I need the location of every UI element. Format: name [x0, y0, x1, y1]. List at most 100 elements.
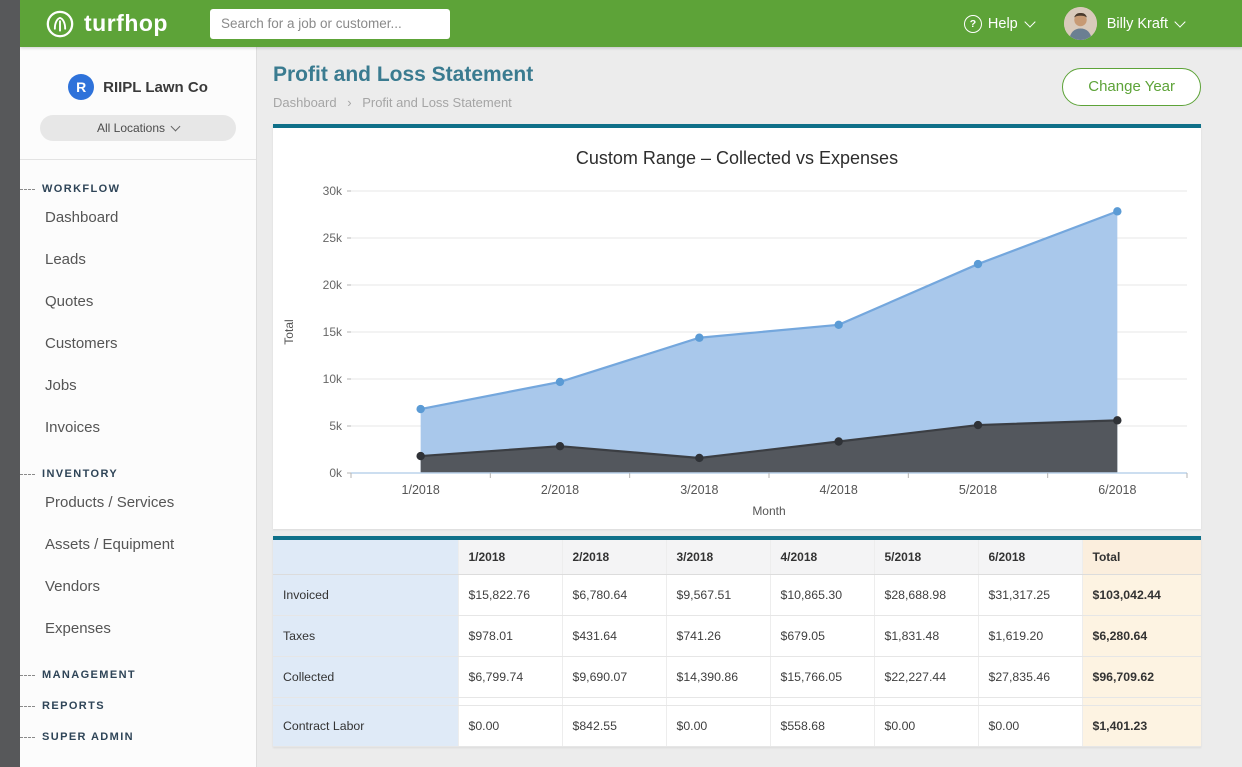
topbar-right: ? Help Billy Kraft: [964, 7, 1242, 40]
help-menu[interactable]: ? Help: [964, 15, 1034, 33]
sidebar-item-quotes[interactable]: Quotes: [20, 281, 256, 323]
svg-text:15k: 15k: [323, 325, 343, 339]
sidebar-item-vendors[interactable]: Vendors: [20, 566, 256, 608]
breadcrumb-current: Profit and Loss Statement: [362, 95, 512, 110]
table-row: Taxes$978.01$431.64$741.26$679.05$1,831.…: [273, 616, 1201, 657]
column-header: [273, 540, 458, 575]
help-icon: ?: [964, 15, 982, 33]
cell-value: $0.00: [666, 706, 770, 747]
cell-value: $22,227.44: [874, 657, 978, 698]
cell-value: $10,865.30: [770, 575, 874, 616]
sidebar-item-invoices[interactable]: Invoices: [20, 407, 256, 449]
left-edge-strip: [0, 0, 20, 767]
cell-value: $9,690.07: [562, 657, 666, 698]
cell-value: $28,688.98: [874, 575, 978, 616]
locations-label: All Locations: [97, 121, 165, 135]
cell-value: $15,822.76: [458, 575, 562, 616]
svg-text:Month: Month: [752, 504, 785, 518]
svg-text:20k: 20k: [323, 278, 343, 292]
svg-text:10k: 10k: [323, 372, 343, 386]
tree-line-icon: [20, 474, 35, 475]
cell-value: $9,567.51: [666, 575, 770, 616]
nav-section-label: WORKFLOW: [42, 183, 120, 195]
row-label: Collected: [273, 657, 458, 698]
cell-value: $0.00: [458, 706, 562, 747]
chevron-down-icon: [1174, 16, 1185, 27]
nav-section-header: SUPER ADMIN: [20, 731, 256, 743]
sidebar-item-leads[interactable]: Leads: [20, 239, 256, 281]
cell-value: $0.00: [978, 706, 1082, 747]
column-header: 6/2018: [978, 540, 1082, 575]
nav-section-header: REPORTS: [20, 700, 256, 712]
locations-dropdown[interactable]: All Locations: [40, 115, 236, 141]
search-wrap: [210, 9, 450, 39]
breadcrumb-dashboard[interactable]: Dashboard: [273, 95, 337, 110]
svg-text:5k: 5k: [329, 419, 343, 433]
column-header: 3/2018: [666, 540, 770, 575]
row-total: $103,042.44: [1082, 575, 1201, 616]
table-row: Invoiced$15,822.76$6,780.64$9,567.51$10,…: [273, 575, 1201, 616]
svg-text:4/2018: 4/2018: [820, 483, 858, 497]
change-year-button[interactable]: Change Year: [1062, 68, 1201, 106]
sidebar-item-products-services[interactable]: Products / Services: [20, 482, 256, 524]
svg-text:0k: 0k: [329, 466, 343, 480]
svg-text:3/2018: 3/2018: [680, 483, 718, 497]
column-header: 2/2018: [562, 540, 666, 575]
row-total: $6,280.64: [1082, 616, 1201, 657]
app-window: turfhop ? Help Billy Kraft: [0, 0, 1242, 767]
sidebar-item-customers[interactable]: Customers: [20, 323, 256, 365]
sidebar-item-jobs[interactable]: Jobs: [20, 365, 256, 407]
nav-section-label: SUPER ADMIN: [42, 731, 134, 743]
sidebar-item-dashboard[interactable]: Dashboard: [20, 197, 256, 239]
cell-value: $27,835.46: [978, 657, 1082, 698]
turfhop-logo-icon: [45, 9, 75, 39]
tree-line-icon: [20, 675, 35, 676]
company-badge: R: [68, 74, 94, 100]
nav-section-header: MANAGEMENT: [20, 669, 256, 681]
svg-text:Total: Total: [282, 319, 296, 344]
cell-value: $6,780.64: [562, 575, 666, 616]
collected-vs-expenses-chart: 0k 5k 10k 15k 20k 25k 30k 1/2018 2/2018 3/2018 4/2…: [273, 173, 1201, 525]
chart-card: Custom Range – Collected vs Expenses 0k5…: [273, 124, 1201, 529]
row-total: $1,401.23: [1082, 706, 1201, 747]
breadcrumb-separator: ›: [347, 95, 351, 110]
svg-text:6/2018: 6/2018: [1098, 483, 1136, 497]
help-label: Help: [988, 16, 1018, 32]
company-header: R RIIPL Lawn Co: [20, 47, 256, 100]
cell-value: $6,799.74: [458, 657, 562, 698]
cell-value: $558.68: [770, 706, 874, 747]
turfhop-logo[interactable]: turfhop: [45, 9, 168, 39]
cell-value: $431.64: [562, 616, 666, 657]
svg-text:25k: 25k: [323, 231, 343, 245]
logo-text: turfhop: [84, 10, 168, 37]
nav-section-label: MANAGEMENT: [42, 669, 136, 681]
cell-value: $1,619.20: [978, 616, 1082, 657]
user-menu[interactable]: Billy Kraft: [1064, 7, 1184, 40]
svg-text:30k: 30k: [323, 184, 343, 198]
chevron-down-icon: [171, 122, 181, 132]
cell-value: $1,831.48: [874, 616, 978, 657]
svg-text:5/2018: 5/2018: [959, 483, 997, 497]
tree-line-icon: [20, 706, 35, 707]
sidebar: R RIIPL Lawn Co All Locations WORKFLOW Da…: [20, 47, 257, 767]
sidebar-item-assets-equipment[interactable]: Assets / Equipment: [20, 524, 256, 566]
svg-text:1/2018: 1/2018: [402, 483, 440, 497]
section-spacer-row: [273, 698, 1201, 706]
chevron-down-icon: [1024, 16, 1035, 27]
tree-line-icon: [20, 189, 35, 190]
svg-text:2/2018: 2/2018: [541, 483, 579, 497]
breadcrumb: Dashboard › Profit and Loss Statement: [273, 95, 533, 110]
column-header: 5/2018: [874, 540, 978, 575]
nav-section-header: INVENTORY: [20, 468, 256, 480]
sidebar-item-expenses[interactable]: Expenses: [20, 608, 256, 650]
row-label: Invoiced: [273, 575, 458, 616]
avatar: [1064, 7, 1097, 40]
topbar: turfhop ? Help Billy Kraft: [20, 0, 1242, 47]
cell-value: $14,390.86: [666, 657, 770, 698]
nav-section-label: INVENTORY: [42, 468, 118, 480]
cell-value: $0.00: [874, 706, 978, 747]
search-input[interactable]: [210, 9, 450, 39]
row-label: Contract Labor: [273, 706, 458, 747]
main-content: Profit and Loss Statement Dashboard › Pr…: [257, 47, 1242, 767]
cell-value: $978.01: [458, 616, 562, 657]
